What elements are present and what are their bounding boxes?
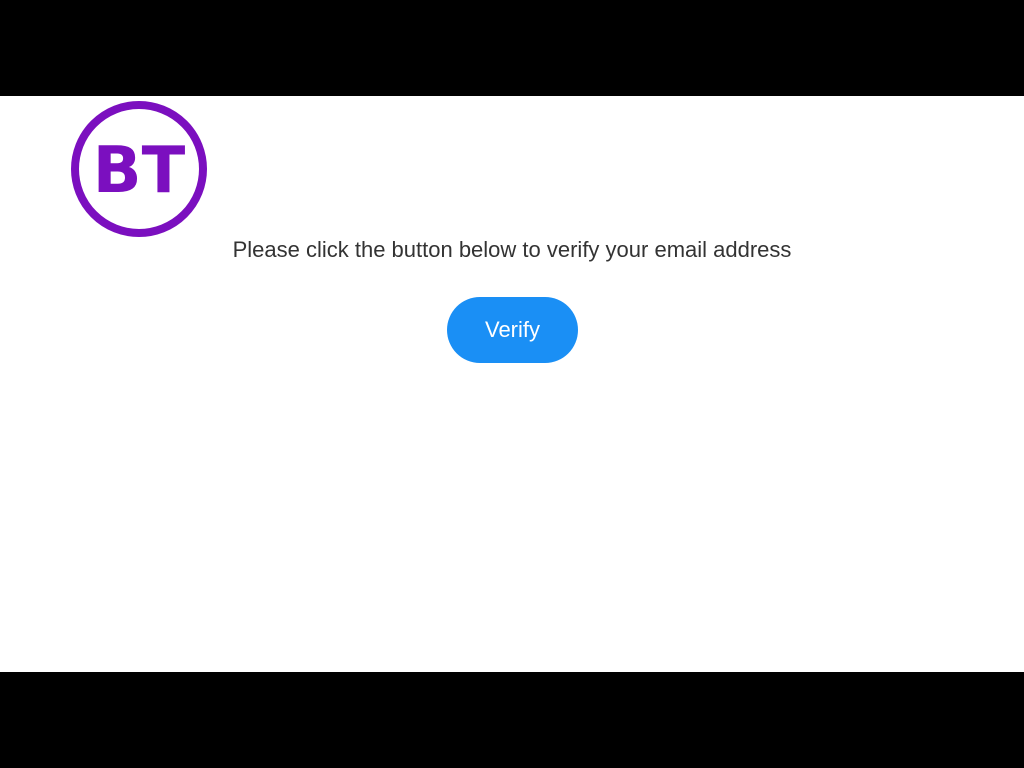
bt-logo: BT bbox=[70, 100, 208, 238]
letterbox-bottom bbox=[0, 672, 1024, 768]
verify-button[interactable]: Verify bbox=[447, 297, 578, 363]
letterbox-top bbox=[0, 0, 1024, 96]
bt-logo-text: BT bbox=[93, 134, 186, 208]
bt-logo-icon: BT bbox=[71, 101, 207, 237]
email-content: BT Please click the button below to veri… bbox=[0, 96, 1024, 672]
verify-message: Please click the button below to verify … bbox=[232, 237, 792, 262]
